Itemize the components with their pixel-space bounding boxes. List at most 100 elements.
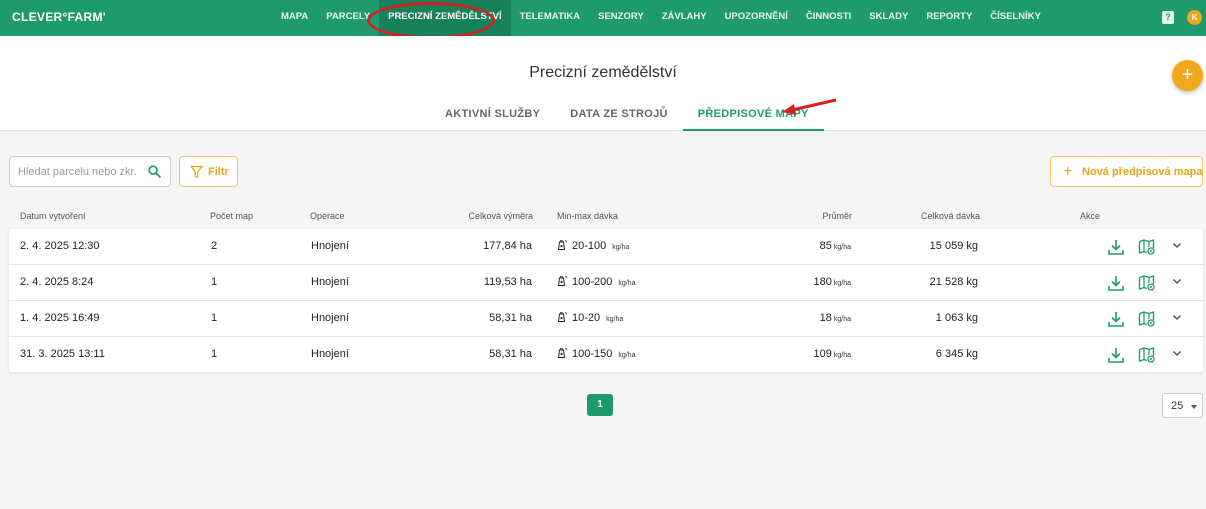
download-icon[interactable] — [1107, 310, 1125, 328]
nav-item-telematika[interactable]: TELEMATIKA — [511, 0, 590, 36]
new-prescription-map-button[interactable]: + Nová předpisová mapa — [1050, 156, 1203, 187]
cell-total-dose: 1 063 kg — [935, 312, 978, 324]
cell-average: 18 kg/ha — [751, 301, 851, 336]
table-row[interactable]: 2. 4. 2025 12:30 2 Hnojení 177,84 ha 20-… — [9, 229, 1203, 265]
top-navigation-bar: CLEVER°FARM' MAPA PARCELY PRECIZNÍ ZEMĚD… — [0, 0, 1206, 36]
prescription-maps-table: 2. 4. 2025 12:30 2 Hnojení 177,84 ha 20-… — [9, 229, 1203, 372]
search-box — [9, 156, 171, 187]
fertilizer-bag-icon — [557, 239, 568, 251]
new-prescription-map-label: Nová předpisová mapa — [1082, 166, 1203, 178]
cell-area: 177,84 ha — [483, 240, 532, 252]
nav-item-parcely[interactable]: PARCELY — [317, 0, 379, 36]
filter-button-label: Filtr — [208, 166, 229, 178]
nav-item-precizni-zemedelstvi[interactable]: PRECIZNÍ ZEMĚDĚLSTVÍ — [379, 0, 511, 36]
dose-range-value: 10-20 — [572, 312, 601, 324]
add-fab-button[interactable]: + — [1172, 60, 1203, 91]
cleverfarm-logo[interactable]: CLEVER°FARM' — [12, 10, 106, 24]
column-header-dose-range: Min-max dávka — [557, 211, 619, 221]
page-header: Precizní zemědělství + AKTIVNÍ SLUŽBY DA… — [0, 36, 1206, 131]
nav-item-senzory[interactable]: SENZORY — [589, 0, 653, 36]
map-preview-icon[interactable] — [1138, 274, 1156, 292]
funnel-icon — [190, 165, 203, 179]
cell-average: 85 kg/ha — [751, 229, 851, 264]
dose-unit: kg/ha — [618, 280, 636, 287]
dose-range-value: 100-150 — [572, 348, 613, 360]
cell-average: 180 kg/ha — [751, 265, 851, 300]
nav-item-cinnosti[interactable]: ČINNOSTI — [797, 0, 860, 36]
chevron-down-icon[interactable] — [1172, 278, 1182, 286]
cell-created: 2. 4. 2025 12:30 — [20, 240, 100, 252]
map-preview-icon[interactable] — [1138, 310, 1156, 328]
dose-range-value: 20-100 — [572, 240, 607, 252]
rows-per-page-value: 25 — [1171, 400, 1184, 412]
cell-map-count: 1 — [211, 312, 218, 324]
main-nav: MAPA PARCELY PRECIZNÍ ZEMĚDĚLSTVÍ TELEMA… — [272, 0, 1050, 36]
dose-range-value: 100-200 — [572, 276, 613, 288]
tab-predpisove-mapy[interactable]: PŘEDPISOVÉ MAPY — [682, 96, 824, 131]
column-header-actions: Akce — [1080, 211, 1101, 221]
cell-created: 31. 3. 2025 13:11 — [20, 348, 105, 360]
cell-dose-range: 100-150 kg/ha — [557, 337, 636, 372]
cell-total-dose: 15 059 kg — [929, 240, 978, 252]
cell-operation: Hnojení — [311, 312, 349, 324]
average-value: 180 — [813, 276, 832, 288]
filter-button[interactable]: Filtr — [179, 156, 238, 187]
nav-item-ciselniky[interactable]: ČÍSELNÍKY — [981, 0, 1050, 36]
column-header-created: Datum vytvoření — [20, 211, 86, 221]
cell-created: 2. 4. 2025 8:24 — [20, 276, 94, 288]
tab-data-ze-stroju[interactable]: DATA ZE STROJŮ — [555, 96, 683, 131]
download-icon[interactable] — [1107, 238, 1125, 256]
average-unit: kg/ha — [833, 352, 851, 359]
download-icon[interactable] — [1107, 274, 1125, 292]
cell-average: 109 kg/ha — [751, 337, 851, 372]
cell-map-count: 2 — [211, 240, 218, 252]
search-icon[interactable] — [148, 165, 161, 178]
map-preview-icon[interactable] — [1138, 238, 1156, 256]
fertilizer-bag-icon — [557, 347, 568, 359]
column-header-map-count: Počet map — [210, 211, 254, 221]
cell-area: 58,31 ha — [489, 348, 532, 360]
help-icon[interactable]: ? — [1162, 11, 1174, 24]
average-value: 18 — [819, 312, 832, 324]
download-icon[interactable] — [1107, 346, 1125, 364]
dose-unit: kg/ha — [606, 316, 624, 323]
fertilizer-bag-icon — [557, 275, 568, 287]
table-row[interactable]: 2. 4. 2025 8:24 1 Hnojení 119,53 ha 100-… — [9, 265, 1203, 301]
cell-dose-range: 100-200 kg/ha — [557, 265, 636, 300]
rows-per-page-select[interactable]: 25 — [1162, 393, 1203, 418]
nav-item-mapa[interactable]: MAPA — [272, 0, 317, 36]
cell-operation: Hnojení — [311, 240, 349, 252]
dose-unit: kg/ha — [618, 352, 636, 359]
plus-icon: + — [1063, 163, 1073, 180]
fertilizer-bag-icon — [557, 311, 568, 323]
map-preview-icon[interactable] — [1138, 346, 1156, 364]
nav-item-zavlahy[interactable]: ZÁVLAHY — [653, 0, 716, 36]
search-input[interactable] — [10, 157, 140, 186]
cell-total-dose: 21 528 kg — [929, 276, 978, 288]
cell-dose-range: 20-100 kg/ha — [557, 229, 629, 264]
chevron-down-icon[interactable] — [1172, 314, 1182, 322]
average-value: 85 — [819, 240, 832, 252]
average-unit: kg/ha — [833, 244, 851, 251]
column-header-operation: Operace — [310, 211, 345, 221]
cell-operation: Hnojení — [311, 348, 349, 360]
user-avatar[interactable]: K — [1187, 10, 1202, 25]
nav-item-upozorneni[interactable]: UPOZORNĚNÍ — [716, 0, 797, 36]
average-unit: kg/ha — [833, 316, 851, 323]
average-unit: kg/ha — [833, 280, 851, 287]
average-value: 109 — [813, 348, 832, 360]
column-header-average: Průměr — [822, 211, 852, 221]
nav-item-sklady[interactable]: SKLADY — [860, 0, 917, 36]
cell-area: 119,53 ha — [483, 276, 532, 288]
pagination-page-1[interactable]: 1 — [587, 394, 613, 416]
cell-dose-range: 10-20 kg/ha — [557, 301, 623, 336]
nav-item-reporty[interactable]: REPORTY — [917, 0, 981, 36]
tabs: AKTIVNÍ SLUŽBY DATA ZE STROJŮ PŘEDPISOVÉ… — [430, 96, 824, 131]
chevron-down-icon[interactable] — [1172, 350, 1182, 358]
tab-aktivni-sluzby[interactable]: AKTIVNÍ SLUŽBY — [430, 96, 555, 131]
table-row[interactable]: 31. 3. 2025 13:11 1 Hnojení 58,31 ha 100… — [9, 337, 1203, 373]
chevron-down-icon[interactable] — [1172, 242, 1182, 250]
caret-down-icon — [1191, 405, 1197, 409]
cell-area: 58,31 ha — [489, 312, 532, 324]
table-row[interactable]: 1. 4. 2025 16:49 1 Hnojení 58,31 ha 10-2… — [9, 301, 1203, 337]
